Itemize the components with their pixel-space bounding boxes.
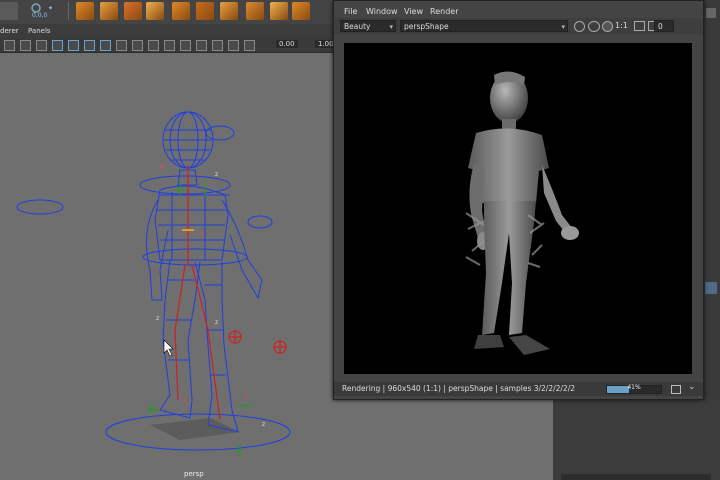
viewport-toolbar: 0.00 1.00 — [0, 38, 337, 53]
torus-icon[interactable] — [172, 2, 190, 20]
menu-view[interactable]: View — [404, 7, 423, 16]
render-view-window: File Window View Render Beauty ▾ perspSh… — [333, 0, 704, 400]
axis-label-6: x — [182, 397, 186, 404]
soccer-icon[interactable] — [270, 2, 288, 20]
safe-area-icon[interactable] — [228, 40, 239, 51]
render-progress-label: 41% — [627, 384, 641, 391]
menu-panels[interactable]: Panels — [28, 27, 51, 35]
panel-menu-bar: derer Panels — [0, 24, 335, 38]
skeleton-joints[interactable] — [174, 165, 287, 421]
camera-label: persp — [184, 470, 204, 478]
snap-status-label: 0,0,0 — [32, 12, 48, 19]
pass-dropdown-value: Beauty — [344, 22, 371, 31]
frame-field[interactable]: 0 — [654, 20, 674, 32]
grid-icon[interactable] — [164, 40, 175, 51]
pass-dropdown[interactable]: Beauty ▾ — [340, 20, 396, 32]
field-chart-icon[interactable] — [244, 40, 255, 51]
resolution-gate-icon[interactable] — [212, 40, 223, 51]
panel-scrollbar[interactable] — [561, 474, 711, 480]
ratio-label[interactable]: 1:1 — [615, 21, 628, 30]
select-tool-icon[interactable] — [0, 2, 18, 20]
axis-label-8: z — [262, 421, 265, 428]
joint-xray-icon[interactable] — [148, 40, 159, 51]
alpha-icon[interactable] — [602, 21, 613, 32]
attribute-panel — [553, 400, 720, 480]
camera-icon[interactable] — [180, 40, 191, 51]
control-curve-right[interactable] — [247, 215, 273, 229]
region-icon[interactable] — [634, 21, 645, 31]
prism-icon[interactable] — [292, 2, 310, 20]
aa-icon[interactable] — [100, 40, 111, 51]
exposure-field[interactable]: 0.00 — [276, 40, 298, 48]
cylinder-icon[interactable] — [124, 2, 142, 20]
axis-label-10: y — [236, 447, 240, 454]
mouse-cursor-icon — [163, 339, 174, 357]
shelf-separator — [68, 2, 69, 20]
channel-box-strip — [702, 0, 720, 400]
channel-box-tab[interactable] — [705, 282, 717, 294]
isolate-icon[interactable] — [116, 40, 127, 51]
menu-renderer[interactable]: derer — [0, 27, 19, 35]
helix-icon[interactable] — [246, 2, 264, 20]
render-progress-bar: 41% — [606, 384, 662, 394]
chevron-down-icon: ▾ — [389, 23, 393, 31]
menu-file[interactable]: File — [344, 7, 357, 16]
camera-dropdown-value: perspShape — [404, 22, 449, 31]
svg-text:✦: ✦ — [48, 5, 53, 12]
snap-status: ✦ 0,0,0 — [28, 1, 68, 21]
cube-icon[interactable] — [76, 2, 94, 20]
control-curve-left[interactable] — [16, 199, 64, 215]
chevron-down-icon: ▾ — [561, 23, 565, 31]
collapse-chevron-icon[interactable]: ⌄ — [688, 382, 696, 392]
film-gate-icon[interactable] — [196, 40, 207, 51]
rendered-character — [465, 71, 579, 355]
xray-icon[interactable] — [132, 40, 143, 51]
save-image-icon[interactable] — [671, 385, 681, 394]
render-status-bar: Rendering | 960x540 (1:1) | perspShape |… — [334, 382, 703, 396]
wireframe-icon[interactable] — [4, 40, 15, 51]
axis-label-7: x — [244, 393, 248, 400]
pipe-icon[interactable] — [220, 2, 238, 20]
menu-window[interactable]: Window — [366, 7, 398, 16]
render-image — [344, 43, 692, 374]
shadow-icon[interactable] — [68, 40, 79, 51]
cone-icon[interactable] — [196, 2, 214, 20]
render-status-text: Rendering | 960x540 (1:1) | perspShape |… — [342, 384, 575, 393]
character-wireframe[interactable] — [145, 111, 263, 433]
axis-label-5: z — [215, 319, 218, 326]
render-view-menubar: File Window View Render — [334, 5, 703, 19]
plane-icon[interactable] — [146, 2, 164, 20]
sphere-icon[interactable] — [100, 2, 118, 20]
camera-dropdown[interactable]: perspShape ▾ — [400, 20, 568, 32]
smooth-shade-icon[interactable] — [20, 40, 31, 51]
axis-label-2: z — [215, 171, 218, 178]
axis-label-3: x — [200, 231, 204, 238]
axis-label-4: z — [156, 315, 159, 322]
rgb-icon[interactable] — [588, 21, 600, 32]
axis-label-9: y — [148, 407, 152, 414]
snapshot-icon[interactable] — [574, 21, 585, 32]
axis-label-1: x — [160, 163, 164, 170]
texture-icon[interactable] — [36, 40, 47, 51]
ao-icon[interactable] — [84, 40, 95, 51]
render-view-toolbar: Beauty ▾ perspShape ▾ 1:1 0 — [334, 18, 703, 34]
light-icon[interactable] — [52, 40, 63, 51]
menu-render[interactable]: Render — [430, 7, 458, 16]
channel-box-thumb — [706, 8, 716, 18]
